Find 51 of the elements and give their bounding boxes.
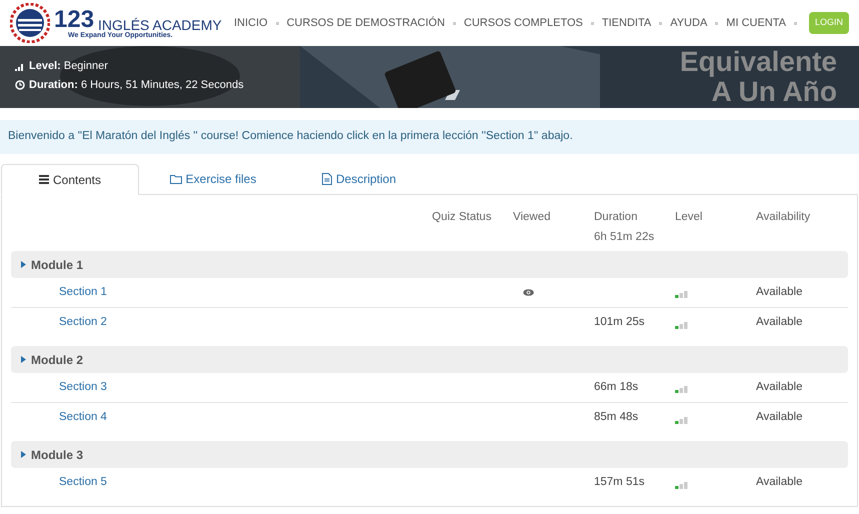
column-header: Duration [594,210,638,225]
caret-icon [21,356,26,363]
module-header[interactable]: Module 1 [11,251,848,278]
nav-link[interactable]: INICIO [226,14,276,32]
availability-status: Available [756,411,802,424]
logo-name: INGLÉS ACADEMY [98,18,222,32]
module-title: Module 2 [31,352,84,368]
module-header[interactable]: Module 2 [11,346,848,373]
caret-icon [21,451,26,458]
caret-icon [21,261,26,268]
module-title: Module 1 [31,256,84,274]
availability-status: Available [756,380,802,393]
nav-link[interactable]: MI CUENTA [718,14,794,32]
tab[interactable]: Description [287,164,431,194]
level-info: Level: Beginner [29,59,108,74]
duration-value: 66m 18s [594,380,638,393]
section-link[interactable]: Section 1 [59,286,107,298]
welcome-notice: Bienvenido a ''El Maratón del Inglés '' course! Comience haciendo click en la primera lección ''Section 1'' abajo. [8,129,573,144]
menu-icon [38,175,49,184]
availability-status: Available [756,286,802,298]
duration-value: 157m 51s [594,476,645,488]
nav-link[interactable]: AYUDA [662,14,716,32]
nav-link[interactable]: CURSOS DE DEMOSTRACIÓN [278,14,453,32]
column-header: Viewed [513,211,551,223]
clock-icon [15,80,25,90]
section-link[interactable]: Section 2 [59,316,107,328]
logo-number: 123 [54,8,94,32]
tab[interactable]: Contents [1,164,139,195]
availability-status: Available [756,476,802,488]
duration-info: Duration: 6 Hours, 51 Minutes, 22 Seconds [29,78,244,92]
column-header: Quiz Status [432,211,492,223]
duration-value: 85m 48s [594,411,638,424]
section-link[interactable]: Section 5 [59,476,107,488]
banner-headline: A Un Año [712,77,837,107]
column-header: Availability [756,211,810,223]
section-link[interactable]: Section 3 [59,380,107,393]
column-header: Level [675,211,702,223]
module-title: Module 3 [31,446,84,464]
document-icon [322,173,332,185]
banner-headline: Equivalente [680,47,837,77]
folder-icon [170,174,182,184]
total-duration: 6h 51m 22s [594,230,656,246]
nav-link[interactable]: TIENDITA [594,14,660,32]
availability-status: Available [756,316,802,328]
logo-emblem-icon [10,3,50,43]
duration-value: 101m 25s [594,316,645,328]
module-header[interactable]: Module 3 [11,441,848,468]
tab[interactable]: Exercise files [139,164,287,194]
signal-bars-icon [15,62,25,71]
nav-link[interactable]: CURSOS COMPLETOS [456,14,591,32]
section-link[interactable]: Section 4 [59,411,107,424]
